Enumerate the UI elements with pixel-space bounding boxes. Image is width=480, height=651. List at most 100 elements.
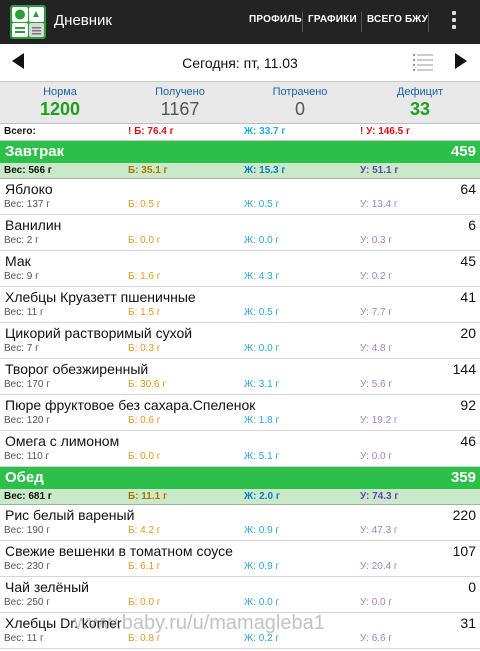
summary-received-value: 1167 [160,99,200,119]
food-carbs: У: 20.4 г [360,561,398,572]
food-name: Творог обезжиренный [5,361,149,377]
calorie-summary: Норма 1200 Получено 1167 Потрачено 0 Деф… [0,82,480,124]
menu-profile-button[interactable]: ПРОФИЛЬ [249,14,302,25]
summary-deficit-label: Дефицит [396,86,444,98]
meal-fat: Ж: 2.0 г [244,491,280,502]
summary-received: Получено 1167 [120,82,240,120]
food-item[interactable]: Пюре фруктовое без сахара.Спеленок 92 Вес:… [0,395,480,431]
food-item[interactable]: Рис белый вареный 220 Вес: 190 г Б: 4.2 г Ж:… [0,505,480,541]
food-item[interactable]: Омега с лимоном 46 Вес: 110 г Б: 0.0 г Ж: 5.… [0,431,480,467]
summary-spent-label: Потрачено [272,86,328,98]
food-item[interactable]: Творог обезжиренный 144 Вес: 170 г Б: 30.6 … [0,359,480,395]
food-weight: Вес: 11 г [4,307,44,318]
overflow-menu-icon[interactable] [450,11,458,33]
food-name: Свежие вешенки в томатном соусе [5,543,233,559]
food-protein: Б: 30.6 г [128,379,167,390]
meal-weight: Вес: 566 г [4,165,52,176]
meal-header[interactable]: Обед 359 [0,467,480,489]
app-title: Дневник [54,12,112,29]
food-item[interactable]: Свежие вешенки в томатном соусе 107 Вес: 2… [0,541,480,577]
food-carbs: У: 47.3 г [360,525,398,536]
summary-spent: Потрачено 0 [240,82,360,120]
food-calories: 41 [460,289,476,305]
action-bar: Дневник ПРОФИЛЬ ГРАФИКИ ВСЕГО БЖУ [0,0,480,44]
food-fat: Ж: 0.5 г [244,199,280,210]
food-fat: Ж: 0.0 г [244,343,280,354]
food-item[interactable]: Ванилин 6 Вес: 2 г Б: 0.0 г Ж: 0.0 г У: 0.3 г [0,215,480,251]
totals-carbs: ! У: 146.5 г [360,126,411,137]
food-item[interactable]: Яблоко 64 Вес: 137 г Б: 0.5 г Ж: 0.5 г У: 13.… [0,179,480,215]
next-day-arrow-icon[interactable] [455,53,467,69]
summary-norm-label: Норма [43,86,77,98]
food-name: Яблоко [5,181,53,197]
totals-row: Всего: ! Б: 76.4 г Ж: 33.7 г ! У: 146.5 … [0,124,480,141]
meal-carbs: У: 51.1 г [360,165,399,176]
food-protein: Б: 0.8 г [128,633,161,644]
meal-weight: Вес: 681 г [4,491,52,502]
totals-protein: ! Б: 76.4 г [128,126,174,137]
food-weight: Вес: 2 г [4,235,39,246]
food-item[interactable]: Хлебцы Круазетт пшеничные 41 Вес: 11 г Б: 1… [0,287,480,323]
food-fat: Ж: 5.1 г [244,451,280,462]
food-fat: Ж: 0.2 г [244,633,280,644]
current-date: Сегодня: пт, 11.03 [182,55,298,71]
food-carbs: У: 7.7 г [360,307,393,318]
food-calories: 46 [460,433,476,449]
food-calories: 20 [460,325,476,341]
food-fat: Ж: 4.3 г [244,271,280,282]
food-fat: Ж: 0.0 г [244,235,280,246]
food-name: Рис белый вареный [5,507,135,523]
summary-deficit: Дефицит 33 [360,82,480,120]
food-item[interactable]: Хлебцы Dr. korner 31 Вес: 11 г Б: 0.8 г Ж: 0… [0,613,480,649]
food-protein: Б: 6.1 г [128,561,161,572]
food-weight: Вес: 120 г [4,415,50,426]
food-weight: Вес: 9 г [4,271,39,282]
list-view-icon[interactable] [413,53,433,73]
meal-name: Обед [5,469,44,486]
food-carbs: У: 6.6 г [360,633,393,644]
food-protein: Б: 4.2 г [128,525,161,536]
food-protein: Б: 0.0 г [128,451,161,462]
food-carbs: У: 13.4 г [360,199,398,210]
food-weight: Вес: 137 г [4,199,50,210]
food-fat: Ж: 0.9 г [244,561,280,572]
food-carbs: У: 0.0 г [360,451,393,462]
food-name: Хлебцы Dr. korner [5,615,122,631]
food-carbs: У: 5.6 г [360,379,393,390]
summary-deficit-value: 33 [409,99,431,119]
food-name: Мак [5,253,31,269]
food-carbs: У: 0.0 г [360,597,393,608]
food-protein: Б: 0.6 г [128,415,161,426]
food-item[interactable]: Цикорий растворимый сухой 20 Вес: 7 г Б: 0.… [0,323,480,359]
meal-calories: 359 [450,469,476,486]
food-weight: Вес: 11 г [4,633,44,644]
food-calories: 92 [460,397,476,413]
food-weight: Вес: 170 г [4,379,50,390]
app-logo-icon[interactable] [9,4,47,40]
food-name: Цикорий растворимый сухой [5,325,193,341]
menu-total-bzhu-button[interactable]: ВСЕГО БЖУ [367,14,428,25]
food-calories: 6 [468,217,476,233]
food-fat: Ж: 1.8 г [244,415,280,426]
food-carbs: У: 0.3 г [360,235,393,246]
food-weight: Вес: 190 г [4,525,50,536]
menu-charts-button[interactable]: ГРАФИКИ [308,14,357,25]
meal-summary-row: Вес: 566 г Б: 35.1 г Ж: 15.3 г У: 51.1 г [0,163,480,179]
food-calories: 64 [460,181,476,197]
food-protein: Б: 1.5 г [128,307,161,318]
meal-carbs: У: 74.3 г [360,491,399,502]
food-carbs: У: 0.2 г [360,271,393,282]
date-navigation-bar: Сегодня: пт, 11.03 [0,44,480,82]
food-protein: Б: 0.0 г [128,235,161,246]
menu-separator [361,12,362,32]
totals-label: Всего: [4,126,36,137]
food-weight: Вес: 110 г [4,451,50,462]
food-calories: 0 [468,579,476,595]
food-carbs: У: 4.8 г [360,343,393,354]
food-name: Пюре фруктовое без сахара.Спеленок [5,397,256,413]
food-fat: Ж: 0.9 г [244,525,280,536]
food-item[interactable]: Чай зелёный 0 Вес: 250 г Б: 0.0 г Ж: 0.0 г У:… [0,577,480,613]
food-weight: Вес: 230 г [4,561,50,572]
meal-header[interactable]: Завтрак 459 [0,141,480,163]
food-item[interactable]: Мак 45 Вес: 9 г Б: 1.6 г Ж: 4.3 г У: 0.2 г [0,251,480,287]
